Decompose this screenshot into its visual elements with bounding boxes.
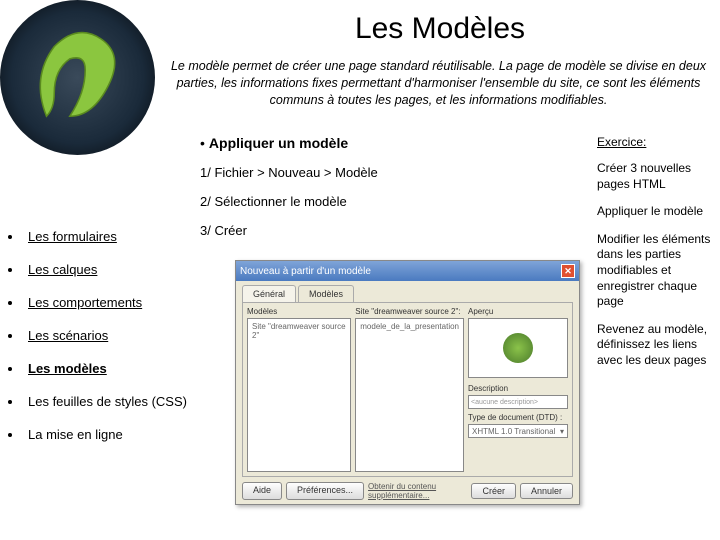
bullet-icon (8, 400, 12, 404)
prefs-button[interactable]: Préférences... (286, 482, 364, 500)
dialog-templates-column: Site "dreamweaver source 2": modele_de_l… (355, 307, 464, 472)
dialog-title: Nouveau à partir d'un modèle (240, 266, 371, 277)
sidebar-item-label: La mise en ligne (28, 427, 123, 442)
sidebar-item-label: Les comportements (28, 295, 142, 310)
create-button[interactable]: Créer (471, 483, 516, 499)
sidebar-item-comportements[interactable]: Les comportements (0, 286, 195, 319)
exercise-column: Exercice: Créer 3 nouvelles pages HTML A… (597, 135, 712, 381)
extra-content-link[interactable]: Obtenir du contenu supplémentaire... (368, 482, 471, 500)
dialog-sites-column: Modèles Site "dreamweaver source 2" (247, 307, 351, 472)
bullet-icon (8, 334, 12, 338)
sidebar-nav: Les formulaires Les calques Les comporte… (0, 220, 195, 451)
bullet-icon (8, 235, 12, 239)
exercise-item: Revenez au modèle, définissez les liens … (597, 322, 712, 369)
bullet-icon (8, 268, 12, 272)
dtd-label: Type de document (DTD) : (468, 413, 568, 422)
dialog-tabs: Général Modèles (236, 281, 579, 302)
exercise-item: Modifier les éléments dans les parties m… (597, 232, 712, 310)
main-content: •Appliquer un modèle 1/ Fichier > Nouvea… (200, 135, 595, 252)
description-label: Description (468, 384, 568, 393)
description-field: <aucune description> (468, 395, 568, 409)
sidebar-item-mise-en-ligne[interactable]: La mise en ligne (0, 418, 195, 451)
step-2: 2/ Sélectionner le modèle (200, 194, 595, 209)
list-item[interactable]: Site "dreamweaver source 2" (250, 321, 348, 341)
subheading: •Appliquer un modèle (200, 135, 595, 151)
bullet-icon (8, 301, 12, 305)
tab-models[interactable]: Modèles (298, 285, 354, 302)
dialog-titlebar: Nouveau à partir d'un modèle ✕ (236, 261, 579, 281)
sidebar-item-formulaires[interactable]: Les formulaires (0, 220, 195, 253)
exercise-title: Exercice: (597, 135, 712, 149)
app-logo (0, 0, 155, 155)
dialog-footer: Aide Préférences... Obtenir du contenu s… (242, 482, 573, 500)
sidebar-item-label: Les modèles (28, 361, 107, 376)
sidebar-item-scenarios[interactable]: Les scénarios (0, 319, 195, 352)
dtd-select[interactable]: XHTML 1.0 Transitional ▾ (468, 424, 568, 438)
sites-list[interactable]: Site "dreamweaver source 2" (247, 318, 351, 472)
exercise-item: Appliquer le modèle (597, 204, 712, 220)
chevron-down-icon: ▾ (560, 427, 564, 436)
new-template-dialog: Nouveau à partir d'un modèle ✕ Général M… (235, 260, 580, 505)
column-label: Modèles (247, 307, 351, 316)
bullet-icon (8, 367, 12, 371)
help-button[interactable]: Aide (242, 482, 282, 500)
sidebar-item-label: Les feuilles de styles (CSS) (28, 394, 187, 409)
column-label: Site "dreamweaver source 2": (355, 307, 464, 316)
step-1: 1/ Fichier > Nouveau > Modèle (200, 165, 595, 180)
page-title: Les Modèles (160, 12, 720, 46)
sidebar-item-css[interactable]: Les feuilles de styles (CSS) (0, 385, 195, 418)
sidebar-item-label: Les scénarios (28, 328, 108, 343)
intro-text: Le modèle permet de créer une page stand… (165, 58, 712, 109)
bullet-icon (8, 433, 12, 437)
list-item[interactable]: modele_de_la_presentation (358, 321, 461, 332)
preview-box (468, 318, 568, 378)
sidebar-item-calques[interactable]: Les calques (0, 253, 195, 286)
dialog-body: Modèles Site "dreamweaver source 2" Site… (242, 302, 573, 477)
dreamweaver-icon (503, 333, 533, 363)
sidebar-item-label: Les calques (28, 262, 97, 277)
dialog-preview-column: Aperçu Description <aucune description> … (468, 307, 568, 472)
close-button[interactable]: ✕ (561, 264, 575, 278)
exercise-item: Créer 3 nouvelles pages HTML (597, 161, 712, 192)
cancel-button[interactable]: Annuler (520, 483, 573, 499)
templates-list[interactable]: modele_de_la_presentation (355, 318, 464, 472)
sidebar-item-label: Les formulaires (28, 229, 117, 244)
step-3: 3/ Créer (200, 223, 595, 238)
preview-label: Aperçu (468, 307, 568, 316)
sidebar-item-modeles[interactable]: Les modèles (0, 352, 195, 385)
tab-general[interactable]: Général (242, 285, 296, 302)
